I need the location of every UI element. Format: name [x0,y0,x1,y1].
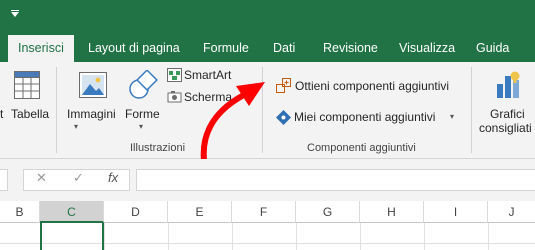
formula-bar-area: ✕ ✓ fx [0,159,535,201]
selected-column-highlight [40,223,104,250]
column-header-c[interactable]: C [40,201,104,223]
column-header-j[interactable]: J [488,201,535,223]
column-header-h[interactable]: H [360,201,424,223]
column-header-f[interactable]: F [232,201,296,223]
formula-input[interactable] [136,169,535,191]
column-header-e[interactable]: E [168,201,232,223]
grid-line [232,223,233,250]
cell-grid[interactable] [0,223,535,250]
grid-line [296,223,297,250]
grid-line [360,223,361,250]
grid-line [168,223,169,250]
column-header-d[interactable]: D [104,201,168,223]
enter-icon[interactable]: ✓ [73,170,84,186]
column-header-g[interactable]: G [296,201,360,223]
grid-line [424,223,425,250]
column-header-i[interactable]: I [424,201,488,223]
column-headers: B C D E F G H I J [0,201,535,223]
cancel-icon[interactable]: ✕ [36,170,47,186]
grid-line [104,223,105,250]
column-header-b[interactable]: B [0,201,40,223]
name-box[interactable] [0,169,8,191]
insert-function-icon[interactable]: fx [108,170,118,185]
grid-line [488,223,489,250]
